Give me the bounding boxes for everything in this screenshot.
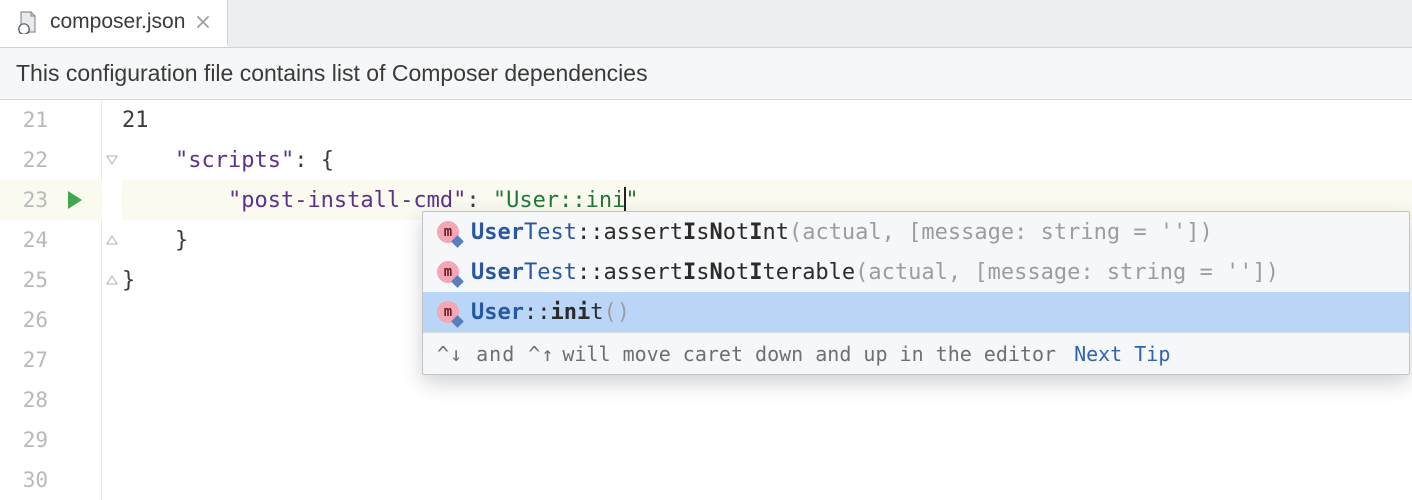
line-number: 27 — [0, 348, 48, 372]
line-number: 25 — [0, 268, 48, 292]
completion-popup[interactable]: m UserTest::assertIsNotInt(actual, [messa… — [422, 211, 1410, 375]
run-gutter-icon[interactable] — [68, 191, 82, 209]
completion-signature: UserTest::assertIsNotInt(actual, [messag… — [471, 220, 1213, 245]
tip-keys: ^↓ and ^↑ — [437, 342, 554, 366]
completion-item[interactable]: m UserTest::assertIsNotInt(actual, [messa… — [423, 212, 1409, 252]
line-number: 30 — [0, 468, 48, 492]
completion-item[interactable]: m User::init() — [423, 292, 1409, 332]
fold-handle-open[interactable] — [102, 140, 122, 180]
line-number: 29 — [0, 428, 48, 452]
line-number: 21 — [0, 108, 48, 132]
line-number: 28 — [0, 388, 48, 412]
completion-item[interactable]: m UserTest::assertIsNotIterable(actual, [… — [423, 252, 1409, 292]
tab-label: composer.json — [50, 10, 185, 34]
completion-signature: UserTest::assertIsNotIterable(actual, [m… — [471, 260, 1279, 285]
code-line: 21 — [122, 100, 1412, 140]
line-number: 24 — [0, 228, 48, 252]
svg-text:{ }: { } — [17, 25, 31, 34]
method-icon: m — [437, 261, 459, 283]
tab-strip: { } composer.json — [0, 0, 1412, 48]
info-banner: This configuration file contains list of… — [0, 48, 1412, 100]
completion-signature: User::init() — [471, 300, 630, 325]
fold-gutter — [102, 100, 122, 500]
method-icon: m — [437, 221, 459, 243]
line-number: 22 — [0, 148, 48, 172]
next-tip-link[interactable]: Next Tip — [1074, 342, 1170, 366]
info-banner-text: This configuration file contains list of… — [16, 60, 648, 87]
close-icon[interactable] — [195, 14, 211, 30]
fold-handle-close[interactable] — [102, 220, 122, 260]
gutter: 21 22 23 24 25 26 27 28 29 30 — [0, 100, 102, 500]
method-icon: m — [437, 301, 459, 323]
code-line: "scripts": { — [122, 140, 1412, 180]
tab-composer-json[interactable]: { } composer.json — [0, 0, 228, 47]
line-number: 26 — [0, 308, 48, 332]
fold-handle-close[interactable] — [102, 260, 122, 300]
completion-tip: ^↓ and ^↑ will move caret down and up in… — [423, 332, 1409, 374]
line-number: 23 — [0, 188, 48, 212]
tip-text: will move caret down and up in the edito… — [562, 342, 1056, 366]
json-file-icon: { } — [16, 10, 40, 34]
